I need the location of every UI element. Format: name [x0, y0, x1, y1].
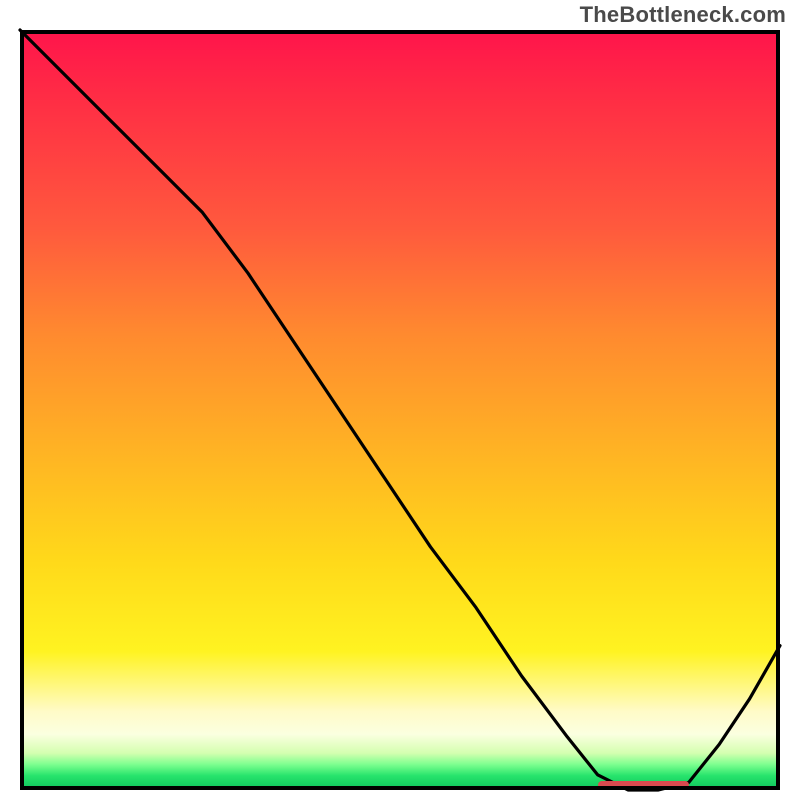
optimal-range-marker	[598, 781, 689, 789]
watermark-text: TheBottleneck.com	[580, 2, 786, 28]
curve-layer	[20, 30, 780, 790]
bottleneck-curve	[20, 30, 780, 790]
chart-root: TheBottleneck.com	[0, 0, 800, 800]
plot-outer	[20, 30, 780, 790]
